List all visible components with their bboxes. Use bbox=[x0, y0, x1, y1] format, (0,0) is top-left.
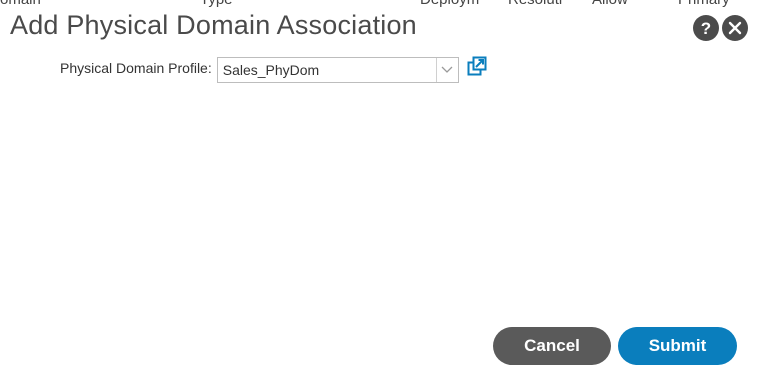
physical-domain-profile-select[interactable]: Sales_PhyDom bbox=[216, 57, 459, 83]
background-column-header: Deploym bbox=[420, 0, 479, 8]
add-physical-domain-dialog: omain Type Deploym Resoluti Allow Primar… bbox=[0, 0, 764, 378]
submit-button[interactable]: Submit bbox=[618, 327, 737, 365]
dialog-title-actions: ? bbox=[693, 15, 748, 41]
background-column-header: Allow bbox=[592, 0, 628, 8]
physical-domain-profile-value: Sales_PhyDom bbox=[222, 62, 320, 78]
background-table-header: omain Type Deploym Resoluti Allow Primar… bbox=[0, 0, 764, 8]
background-column-header: Type bbox=[200, 0, 233, 8]
dialog-title: Add Physical Domain Association bbox=[10, 10, 417, 40]
physical-domain-profile-row: Physical Domain Profile: Sales_PhyDom bbox=[60, 56, 487, 83]
svg-text:?: ? bbox=[701, 19, 711, 38]
open-external-icon[interactable] bbox=[467, 56, 487, 81]
background-column-header: Resoluti bbox=[508, 0, 562, 8]
background-column-header: Primary bbox=[678, 0, 730, 8]
chevron-down-icon[interactable] bbox=[435, 58, 458, 82]
background-column-header: omain bbox=[0, 0, 41, 8]
question-icon[interactable]: ? bbox=[693, 15, 719, 41]
cancel-button[interactable]: Cancel bbox=[493, 327, 611, 365]
close-icon[interactable] bbox=[722, 15, 748, 41]
physical-domain-profile-label: Physical Domain Profile: bbox=[60, 60, 212, 76]
